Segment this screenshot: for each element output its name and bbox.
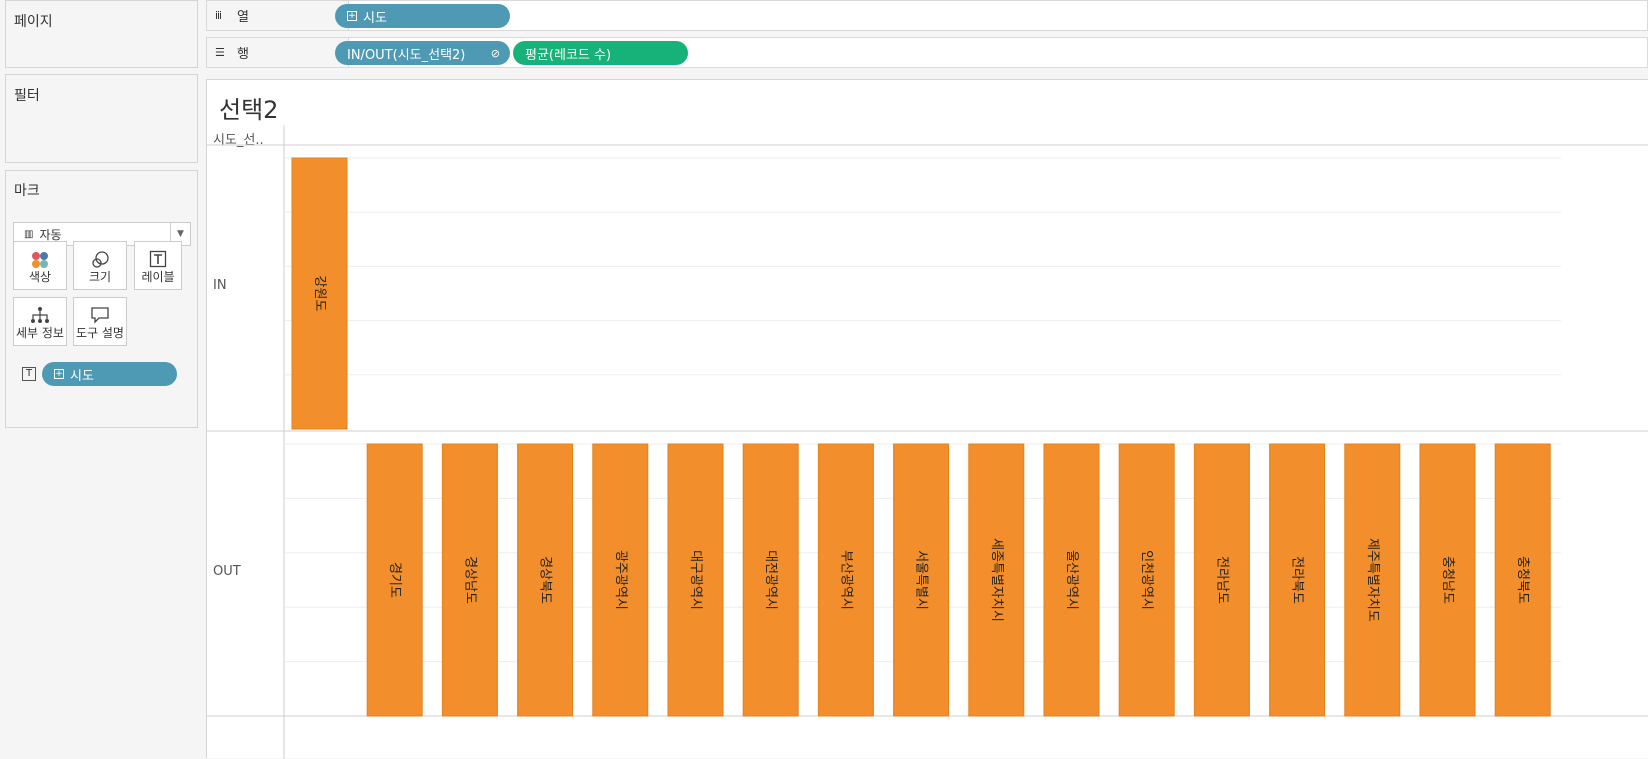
detail-icon <box>14 306 66 328</box>
bar-서울특별시 <box>893 443 950 717</box>
bar-제주특별자치도 <box>1344 443 1401 717</box>
bar-label-광주광역시: 광주광역시 <box>613 550 628 610</box>
tooltip-icon <box>74 306 126 328</box>
color-icon <box>14 250 66 274</box>
bar-전라북도 <box>1269 443 1326 717</box>
rows-label-text: 행 <box>237 47 249 62</box>
filters-panel-title: 필터 <box>14 88 40 104</box>
expand-icon: + <box>54 369 64 379</box>
rows-shelf-label: ☰ 행 <box>207 38 349 67</box>
label-field-pill[interactable]: + 시도 <box>42 362 177 386</box>
bar-chart: 강원도경기도 경상남도 경상북도 광주광역시 대구광역시 대전광역시 부산광역시 서울특별시 세… <box>207 125 1648 759</box>
columns-icon: ⅲ <box>215 9 223 22</box>
color-button[interactable]: 색상 <box>13 241 67 290</box>
bar-대구광역시 <box>667 443 724 717</box>
mark-type-label: 자동 <box>39 227 62 242</box>
label-field-pill-text: 시도 <box>70 368 94 384</box>
row-pill-inout-text: IN/OUT(시도_선택2) <box>347 47 466 63</box>
worksheet-view: 선택2 시도_선.. IN OUT 강원도경기도 경상남도 경상북도 광주광역시 대구광… <box>206 79 1648 759</box>
bar-label-인천광역시: 인천광역시 <box>1139 550 1154 610</box>
column-pill-sido[interactable]: + 시도 <box>335 4 510 28</box>
bar-label-경상북도: 경상북도 <box>538 556 553 604</box>
bar-경기도 <box>366 443 423 717</box>
bar-label-서울특별시: 서울특별시 <box>914 550 929 610</box>
bar-경상북도 <box>517 443 574 717</box>
rows-icon: ☰ <box>215 46 225 59</box>
pages-panel: 페이지 <box>5 0 198 68</box>
column-pill-text: 시도 <box>363 10 387 26</box>
size-icon <box>74 250 126 274</box>
bar-충청남도 <box>1419 443 1476 717</box>
bar-대전광역시 <box>742 443 799 717</box>
bar-전라남도 <box>1193 443 1250 717</box>
bar-강원도 <box>291 157 348 430</box>
bar-울산광역시 <box>1043 443 1100 717</box>
bar-label-대구광역시: 대구광역시 <box>688 550 703 610</box>
bar-label-제주특별자치도: 제주특별자치도 <box>1365 538 1380 622</box>
bar-label-울산광역시: 울산광역시 <box>1064 550 1079 610</box>
size-button[interactable]: 크기 <box>73 241 127 290</box>
label-button[interactable]: 레이블 <box>134 241 182 290</box>
expand-icon: + <box>347 11 357 21</box>
bar-label-세종특별자치시: 세종특별자치시 <box>989 538 1004 622</box>
bar-label-대전광역시: 대전광역시 <box>763 550 778 610</box>
marks-panel-title: 마크 <box>14 183 40 199</box>
bar-충청북도 <box>1494 443 1551 717</box>
row-label-out: OUT <box>213 564 241 579</box>
columns-shelf-label: ⅲ 열 <box>207 1 349 30</box>
bar-label-충청남도: 충청남도 <box>1440 556 1455 604</box>
label-icon <box>135 250 181 272</box>
detail-button[interactable]: 세부 정보 <box>13 297 67 346</box>
bar-label-충청북도: 충청북도 <box>1515 556 1530 604</box>
row-label-in: IN <box>213 278 227 293</box>
row-header-title: 시도_선.. <box>213 133 264 148</box>
columns-label-text: 열 <box>237 10 249 25</box>
bar-chart-icon: ▥ <box>24 228 34 240</box>
bar-label-부산광역시: 부산광역시 <box>838 550 853 610</box>
filters-panel: 필터 <box>5 74 198 163</box>
bar-label-경상남도: 경상남도 <box>462 556 477 604</box>
bar-label-전라북도: 전라북도 <box>1290 556 1305 604</box>
row-pill-avg-count[interactable]: 평균(레코드 수) <box>513 41 688 65</box>
tooltip-button[interactable]: 도구 설명 <box>73 297 127 346</box>
bar-label-강원도: 강원도 <box>312 276 327 312</box>
bar-label-경기도: 경기도 <box>387 562 402 598</box>
label-field-icon: T <box>22 367 36 381</box>
set-icon: ⊘ <box>490 46 500 60</box>
row-pill-inout[interactable]: IN/OUT(시도_선택2) ⊘ <box>335 41 510 65</box>
bar-경상남도 <box>441 443 498 717</box>
bar-부산광역시 <box>817 443 874 717</box>
bar-세종특별자치시 <box>968 443 1025 717</box>
bar-인천광역시 <box>1118 443 1175 717</box>
bar-label-전라남도: 전라남도 <box>1214 556 1229 604</box>
pages-panel-title: 페이지 <box>14 14 53 30</box>
row-pill-avg-text: 평균(레코드 수) <box>525 47 612 63</box>
bar-광주광역시 <box>592 443 649 717</box>
sheet-title: 선택2 <box>219 96 279 124</box>
